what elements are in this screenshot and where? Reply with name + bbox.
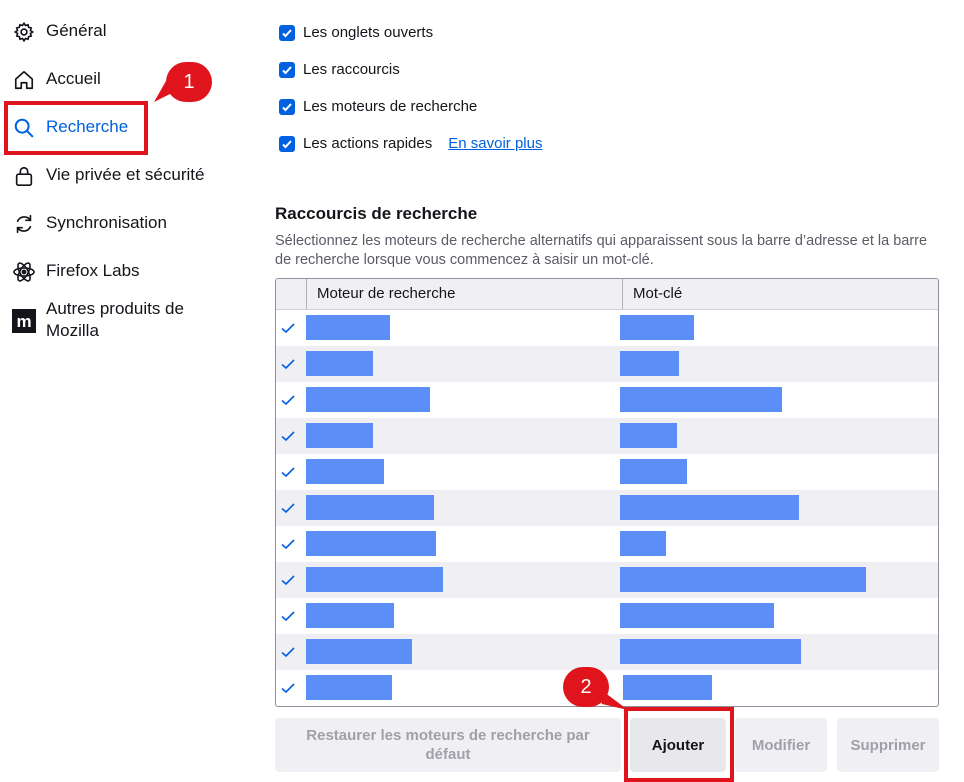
redacted-keyword (620, 567, 866, 592)
checkbox-checked-icon[interactable] (279, 98, 295, 115)
search-shortcuts-table[interactable]: Moteur de recherche Mot-clé (275, 278, 939, 707)
redacted-keyword (620, 531, 666, 556)
redacted-engine-name (306, 531, 436, 556)
checkbox-search-engines[interactable]: Les moteurs de recherche (279, 98, 477, 115)
checkmark-icon[interactable] (280, 680, 296, 696)
mozilla-logo-icon: m (12, 309, 36, 333)
table-row[interactable] (276, 490, 938, 526)
edit-button[interactable]: Modifier (735, 718, 827, 772)
checkmark-icon[interactable] (280, 644, 296, 660)
table-row[interactable] (276, 634, 938, 670)
checkbox-checked-icon[interactable] (279, 61, 295, 78)
sidebar-item-privacy[interactable]: Vie privée et sécurité (12, 164, 204, 188)
redacted-keyword (620, 387, 782, 412)
checkbox-shortcuts[interactable]: Les raccourcis (279, 61, 400, 78)
checkmark-icon[interactable] (280, 536, 296, 552)
redacted-keyword (620, 315, 694, 340)
checkmark-icon[interactable] (280, 464, 296, 480)
table-header: Moteur de recherche Mot-clé (276, 279, 938, 310)
table-row[interactable] (276, 346, 938, 382)
sidebar-item-general[interactable]: Général (12, 20, 106, 44)
callout-badge-1: 1 (166, 62, 212, 102)
sidebar-item-label: Autres produits de Mozilla (46, 299, 184, 340)
sidebar-item-label: Vie privée et sécurité (46, 165, 205, 184)
redacted-keyword (620, 639, 801, 664)
checkmark-icon[interactable] (280, 608, 296, 624)
redacted-engine-name (306, 675, 392, 700)
checkbox-checked-icon[interactable] (279, 135, 295, 152)
sidebar-item-sync[interactable]: Synchronisation (12, 212, 167, 236)
gear-icon (12, 20, 36, 44)
home-icon (12, 68, 36, 92)
table-row[interactable] (276, 418, 938, 454)
svg-text:m: m (16, 312, 31, 331)
section-description: Sélectionnez les moteurs de recherche al… (275, 233, 928, 268)
redacted-engine-name (306, 603, 394, 628)
checkmark-icon[interactable] (280, 572, 296, 588)
redacted-keyword (620, 603, 774, 628)
checkbox-label: Les moteurs de recherche (303, 98, 478, 115)
sidebar-item-label: Synchronisation (46, 213, 167, 232)
table-row[interactable] (276, 526, 938, 562)
atom-icon (12, 260, 36, 284)
redacted-engine-name (306, 459, 384, 484)
section-title: Raccourcis de recherche (275, 204, 478, 223)
sidebar-item-mozilla[interactable]: m Autres produits de Mozilla (12, 298, 206, 342)
redacted-keyword (620, 423, 677, 448)
redacted-keyword (620, 459, 687, 484)
sidebar-item-label: Général (46, 21, 107, 40)
redacted-keyword (623, 675, 712, 700)
learn-more-link[interactable]: En savoir plus (448, 135, 542, 152)
lock-icon (12, 164, 36, 188)
sidebar-item-label: Accueil (46, 69, 101, 88)
redacted-engine-name (306, 567, 443, 592)
table-row[interactable] (276, 562, 938, 598)
column-header-engine[interactable]: Moteur de recherche (306, 279, 622, 309)
table-row[interactable] (276, 454, 938, 490)
checkmark-icon[interactable] (280, 428, 296, 444)
redacted-engine-name (306, 315, 390, 340)
checkbox-label: Les onglets ouverts (303, 24, 434, 41)
table-row[interactable] (276, 310, 938, 346)
redacted-engine-name (306, 351, 373, 376)
redacted-engine-name (306, 495, 434, 520)
checkmark-icon[interactable] (280, 500, 296, 516)
redacted-engine-name (306, 639, 412, 664)
sidebar-item-labs[interactable]: Firefox Labs (12, 260, 140, 284)
table-row[interactable] (276, 598, 938, 634)
restore-defaults-button[interactable]: Restaurer les moteurs de recherche par d… (275, 718, 621, 772)
remove-button[interactable]: Supprimer (837, 718, 939, 772)
sidebar-item-home[interactable]: Accueil (12, 68, 101, 92)
checkbox-quick-actions[interactable]: Les actions rapides En savoir plus (279, 135, 542, 152)
checkmark-icon[interactable] (280, 356, 296, 372)
redacted-keyword (620, 351, 679, 376)
checkbox-label: Les actions rapides (303, 135, 433, 152)
sidebar-item-label: Firefox Labs (46, 261, 140, 280)
column-header-keyword[interactable]: Mot-clé (622, 279, 938, 309)
checkmark-icon[interactable] (280, 392, 296, 408)
checkbox-open-tabs[interactable]: Les onglets ouverts (279, 24, 433, 41)
checkmark-icon[interactable] (280, 320, 296, 336)
annotation-box-add (624, 707, 734, 782)
checkbox-label: Les raccourcis (303, 61, 400, 78)
table-row[interactable] (276, 382, 938, 418)
redacted-engine-name (306, 423, 373, 448)
redacted-engine-name (306, 387, 430, 412)
redacted-keyword (620, 495, 799, 520)
checkbox-checked-icon[interactable] (279, 24, 295, 41)
annotation-box-search (4, 101, 148, 155)
sync-icon (12, 212, 36, 236)
